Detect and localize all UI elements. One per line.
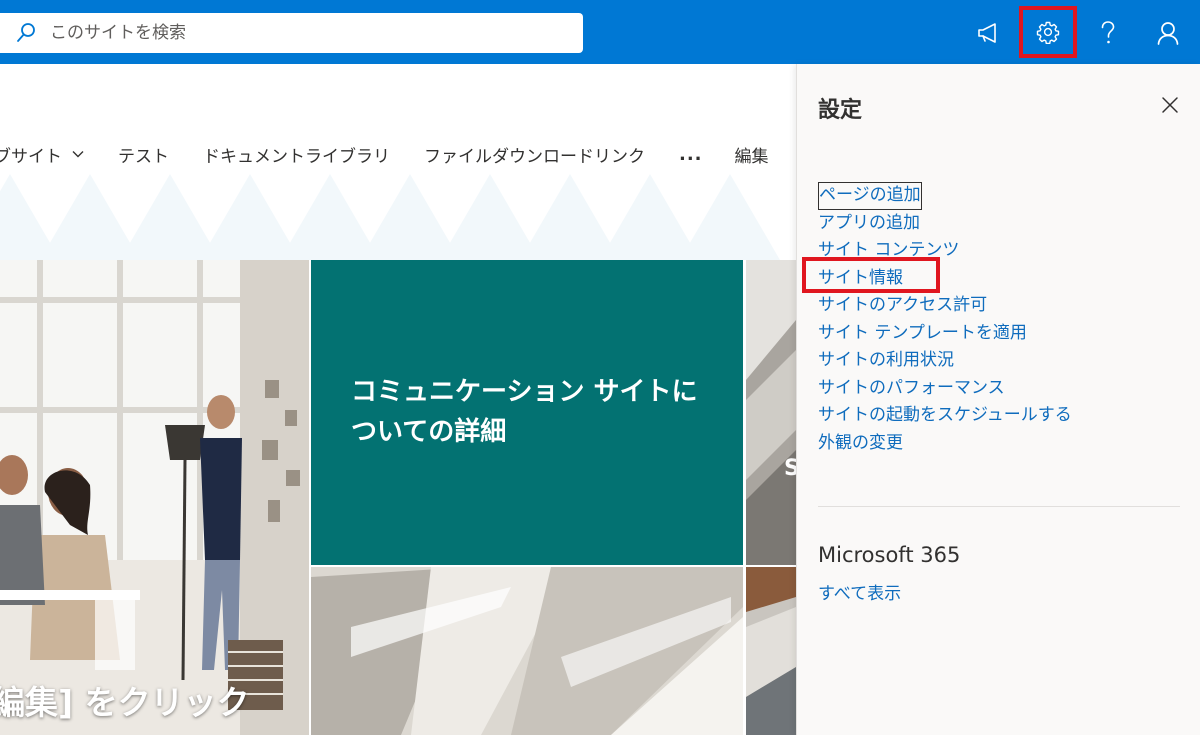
search-icon: [17, 23, 35, 42]
gear-icon: [1036, 21, 1060, 44]
settings-link-apply-template[interactable]: サイト テンプレートを適用: [818, 320, 1072, 348]
suite-bar: [0, 0, 1200, 64]
site-navigation: ブサイト テスト ドキュメントライブラリ ファイルダウンロードリンク ... 編…: [0, 64, 796, 260]
office-photo-image: [0, 260, 309, 735]
microsoft-365-view-all-link[interactable]: すべて表示: [818, 579, 901, 604]
hero-tile-right[interactable]: S: [746, 260, 796, 565]
hero-main-title: コミュニケーション サイトに ついての詳細: [351, 377, 698, 447]
account-button[interactable]: [1140, 8, 1196, 58]
chevron-down-icon: [72, 151, 84, 158]
settings-link-list: ページの追加 アプリの追加 サイト コンテンツ サイト情報 サイトのアクセス許可…: [818, 182, 1072, 457]
help-icon: [1101, 21, 1115, 44]
right-tile-caption: S: [784, 456, 796, 481]
help-button[interactable]: [1080, 8, 1136, 58]
hero-webpart: 編集] をクリック コミュニケーション サイトに ついての詳細 S: [0, 260, 796, 735]
close-icon: [1162, 97, 1178, 113]
nav-item-subsite[interactable]: ブサイト: [0, 142, 84, 167]
user-icon: [1157, 22, 1179, 45]
news-button[interactable]: [960, 8, 1016, 58]
settings-link-site-permissions[interactable]: サイトのアクセス許可: [818, 292, 1072, 320]
megaphone-icon: [978, 23, 996, 43]
hero-tile-main[interactable]: コミュニケーション サイトに ついての詳細: [311, 260, 743, 565]
hero-tile-right-bottom[interactable]: [746, 567, 796, 735]
header-background-pattern: [0, 174, 780, 260]
settings-link-site-usage[interactable]: サイトの利用状況: [818, 347, 1072, 375]
settings-panel: 設定 ページの追加 アプリの追加 サイト コンテンツ サイト情報 サイトのアクセ…: [796, 64, 1200, 735]
settings-divider: [818, 506, 1180, 507]
settings-link-schedule-launch[interactable]: サイトの起動をスケジュールする: [818, 402, 1072, 430]
settings-link-site-information[interactable]: サイト情報: [818, 265, 1072, 293]
settings-link-add-app[interactable]: アプリの追加: [818, 210, 1072, 238]
settings-link-add-page[interactable]: ページの追加: [818, 182, 922, 210]
microsoft-365-heading: Microsoft 365: [818, 543, 961, 567]
nav-edit-link[interactable]: 編集: [735, 142, 769, 167]
search-box[interactable]: [0, 13, 583, 53]
nav-item-document-library[interactable]: ドキュメントライブラリ: [203, 142, 390, 167]
building-interior-image: [311, 567, 743, 735]
search-input[interactable]: [50, 23, 530, 43]
nav-more-button[interactable]: ...: [679, 144, 703, 165]
settings-link-site-contents[interactable]: サイト コンテンツ: [818, 237, 1072, 265]
settings-close-button[interactable]: [1155, 90, 1185, 120]
hero-tile-office-photo[interactable]: 編集] をクリック: [0, 260, 309, 735]
settings-panel-title: 設定: [818, 98, 863, 123]
left-tile-caption: 編集] をクリック: [0, 683, 250, 722]
architecture-photo-image: [746, 260, 796, 565]
hero-tile-bottom[interactable]: [311, 567, 743, 735]
stairs-photo-image: [746, 567, 796, 735]
settings-button[interactable]: [1019, 6, 1077, 58]
settings-link-site-performance[interactable]: サイトのパフォーマンス: [818, 375, 1072, 403]
nav-item-file-download-link[interactable]: ファイルダウンロードリンク: [424, 142, 645, 167]
nav-item-test[interactable]: テスト: [118, 142, 169, 167]
settings-link-change-look[interactable]: 外観の変更: [818, 430, 1072, 458]
